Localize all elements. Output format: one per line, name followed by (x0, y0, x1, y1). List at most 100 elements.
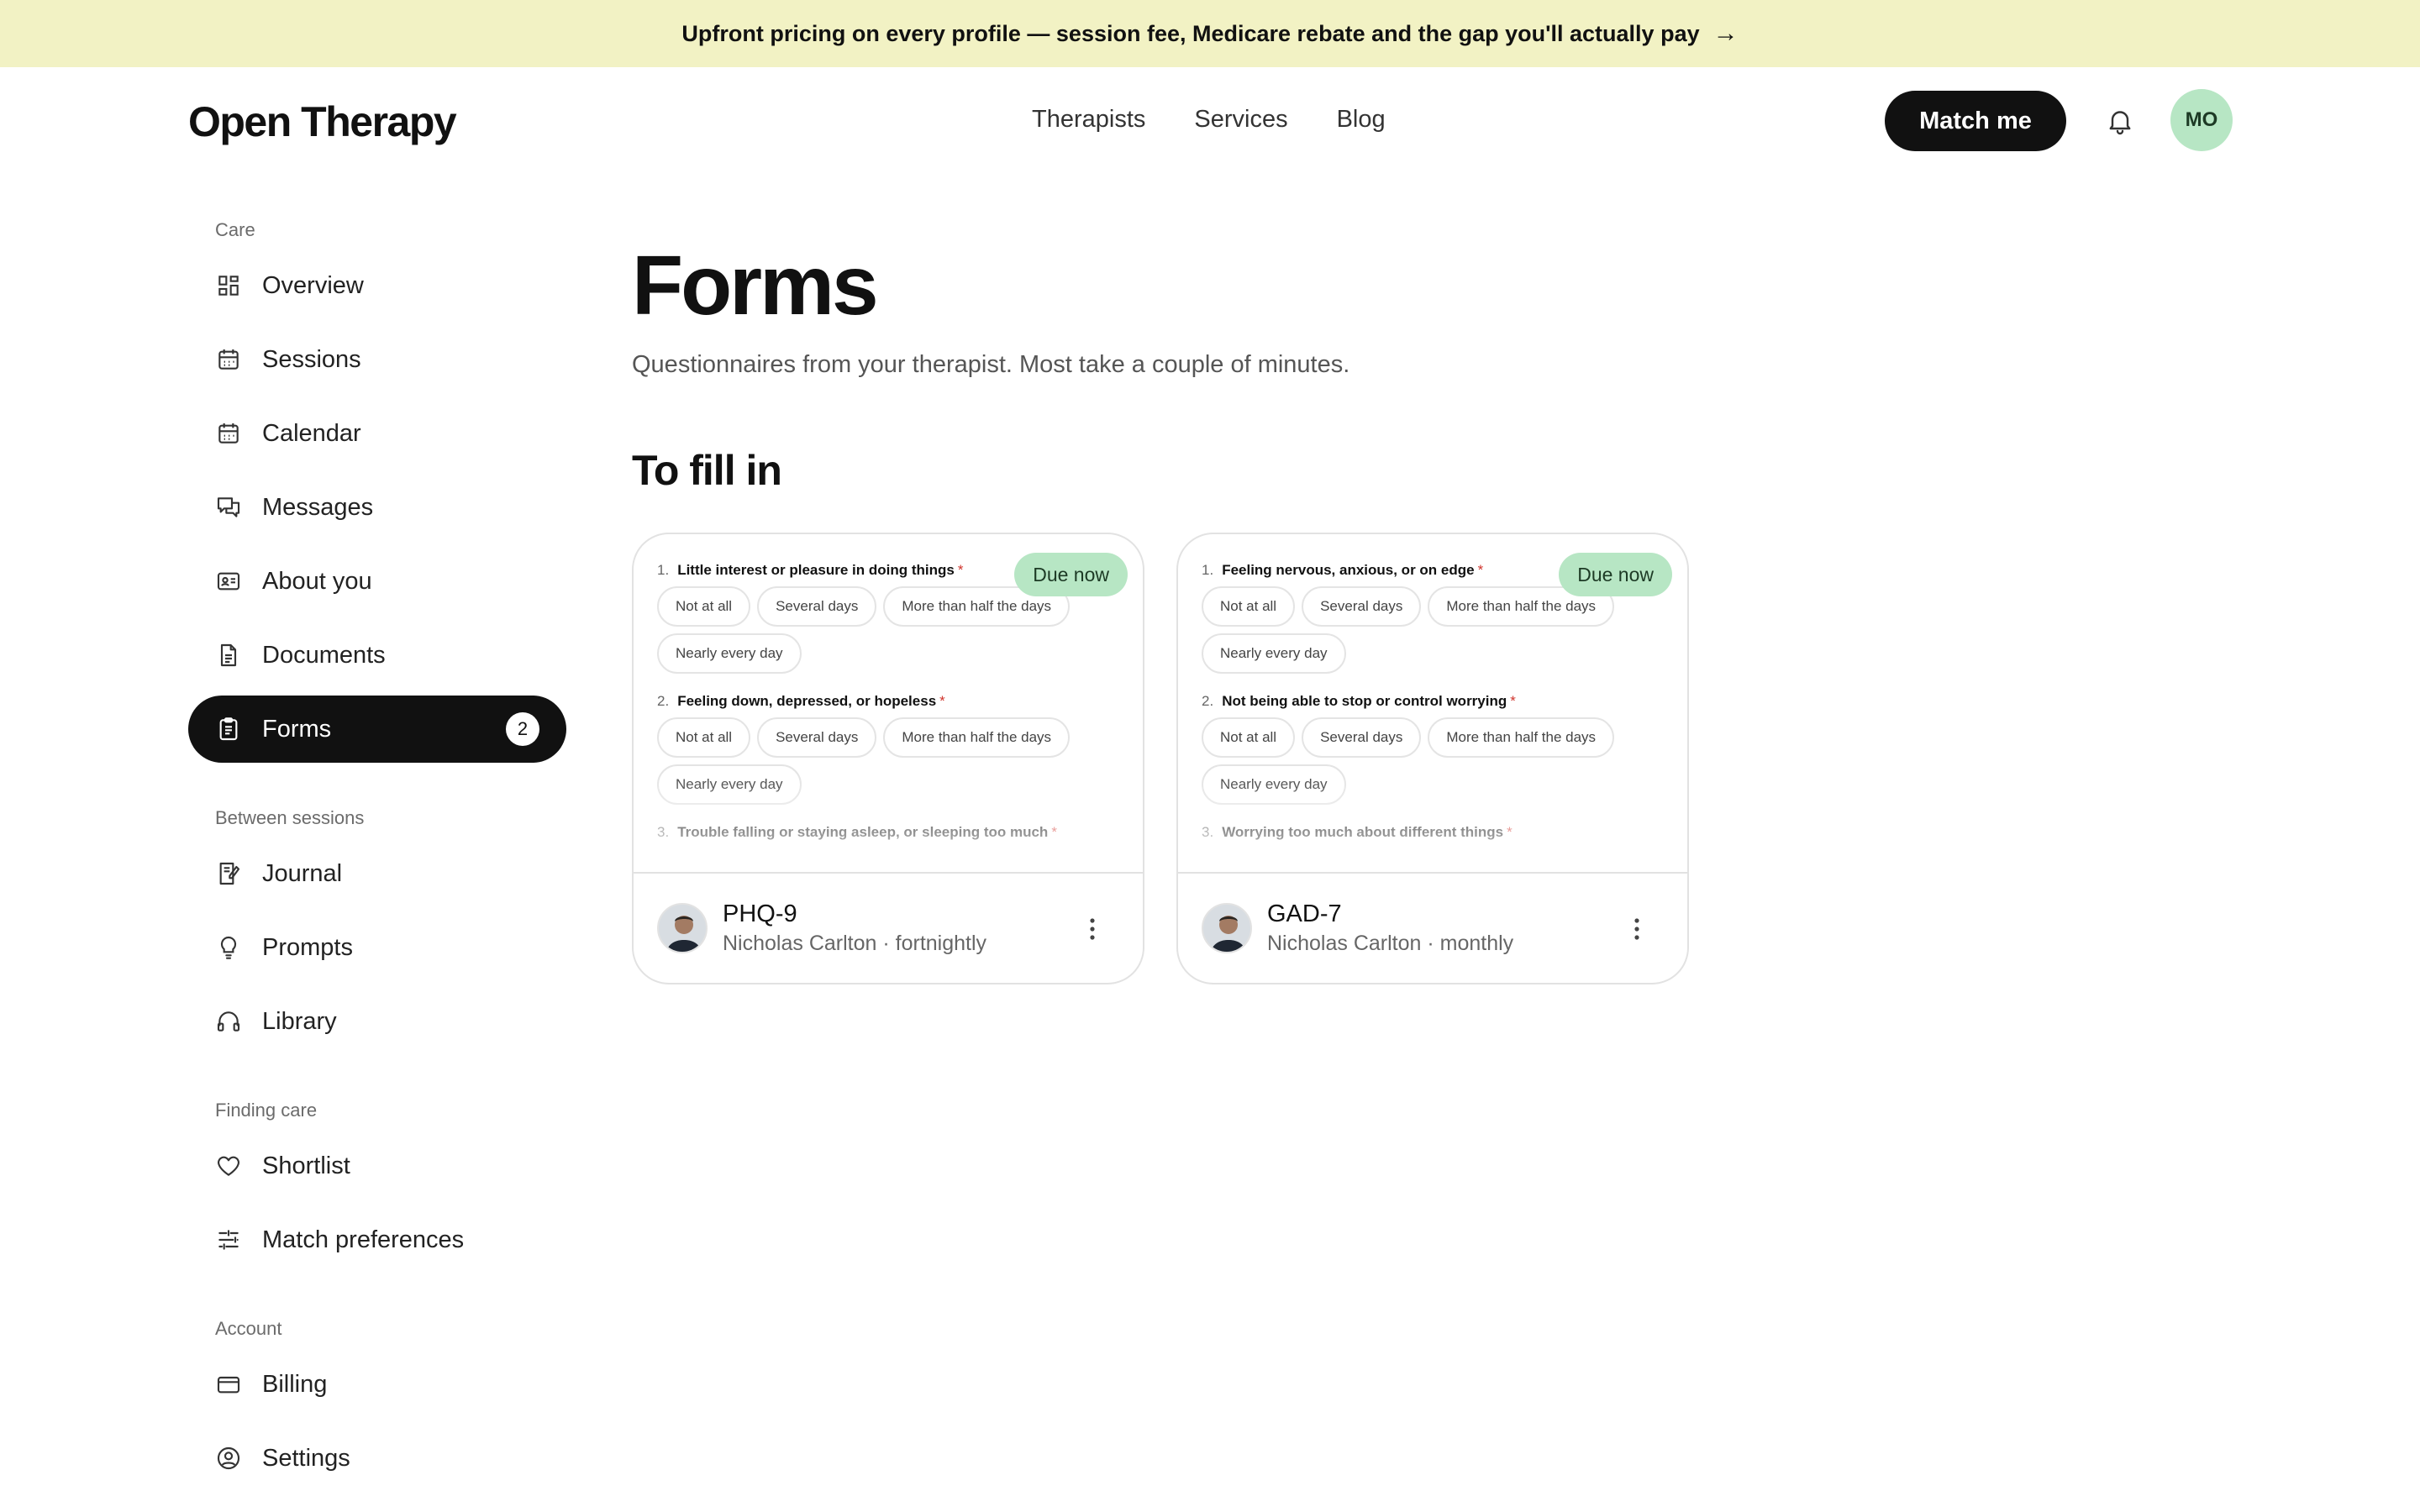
question-number: 1. (657, 562, 670, 578)
question-text: Not being able to stop or control worryi… (1222, 693, 1507, 709)
answer-option: Nearly every day (657, 764, 802, 805)
required-marker: * (1477, 562, 1484, 578)
main-content: Forms Questionnaires from your therapist… (632, 235, 1689, 984)
sidebar-item-calendar[interactable]: Calendar (188, 400, 566, 467)
question: 3. Trouble falling or staying asleep, or … (657, 820, 1119, 845)
answer-option: Not at all (657, 586, 751, 627)
sidebar-item-messages[interactable]: Messages (188, 474, 566, 541)
question-text: Trouble falling or staying asleep, or sl… (677, 824, 1049, 840)
journal-icon (215, 860, 242, 887)
sidebar-item-shortlist[interactable]: Shortlist (188, 1132, 566, 1200)
form-name: PHQ-9 (723, 900, 797, 927)
answer-option: Several days (757, 717, 877, 758)
question: 2. Not being able to stop or control worr… (1202, 689, 1664, 805)
sidebar-item-label: Shortlist (262, 1152, 350, 1179)
sidebar: Care Overview Sessions Calendar Messages… (188, 215, 566, 1492)
sidebar-item-match-preferences[interactable]: Match preferences (188, 1206, 566, 1273)
card-footer: PHQ-9 Nicholas Carlton · fortnightly (634, 872, 1143, 983)
form-card-phq9[interactable]: 1. Little interest or pleasure in doing t… (632, 533, 1144, 984)
sliders-icon (215, 1226, 242, 1253)
answer-option: Several days (757, 586, 877, 627)
form-card-gad7[interactable]: 1. Feeling nervous, anxious, or on edge * … (1176, 533, 1689, 984)
page-subtitle: Questionnaires from your therapist. Most… (632, 351, 1350, 378)
therapist-name: Nicholas Carlton (723, 932, 877, 955)
more-options-icon[interactable] (1634, 916, 1640, 942)
sidebar-item-label: Documents (262, 641, 386, 669)
sidebar-section-between-sessions: Between sessions (215, 807, 365, 828)
therapist-avatar (657, 903, 708, 953)
sidebar-item-settings[interactable]: Settings (188, 1425, 566, 1492)
answer-option: More than half the days (1428, 717, 1615, 758)
sidebar-item-prompts[interactable]: Prompts (188, 914, 566, 981)
answer-option: Nearly every day (1202, 764, 1346, 805)
calendar-icon (215, 420, 242, 447)
chat-icon (215, 494, 242, 521)
sidebar-item-label: Calendar (262, 419, 361, 447)
sidebar-item-overview[interactable]: Overview (188, 252, 566, 319)
sidebar-item-label: Forms (262, 715, 332, 743)
credit-card-icon (215, 1371, 242, 1398)
nav-link-services[interactable]: Services (1194, 106, 1287, 134)
section-title-to-fill-in: To fill in (632, 447, 782, 494)
sidebar-item-forms[interactable]: Forms 2 (188, 696, 566, 763)
top-nav: Therapists Services Blog (1032, 106, 1386, 134)
document-icon (215, 642, 242, 669)
site-header: Open Therapy Therapists Services Blog Ma… (0, 67, 2420, 175)
sidebar-item-library[interactable]: Library (188, 988, 566, 1055)
question: 2. Feeling down, depressed, or hopeless * … (657, 689, 1119, 805)
required-marker: * (939, 693, 945, 709)
bell-icon[interactable] (2105, 106, 2135, 136)
sidebar-item-documents[interactable]: Documents (188, 622, 566, 689)
question-text: Feeling down, depressed, or hopeless (677, 693, 937, 709)
answer-option: Not at all (657, 717, 751, 758)
sidebar-item-label: Messages (262, 493, 374, 521)
grid-icon (215, 272, 242, 299)
sidebar-item-label: Journal (262, 859, 343, 887)
answer-option: More than half the days (883, 717, 1071, 758)
answer-option: Not at all (1202, 717, 1296, 758)
sidebar-section-care: Care (215, 219, 255, 240)
therapist-name: Nicholas Carlton (1267, 932, 1422, 955)
question-number: 2. (1202, 693, 1214, 709)
sidebar-item-label: Library (262, 1007, 337, 1035)
sidebar-item-label: Settings (262, 1444, 350, 1472)
user-avatar[interactable]: MO (2170, 89, 2233, 151)
answer-option: Nearly every day (657, 633, 802, 674)
required-marker: * (957, 562, 964, 578)
sidebar-item-label: Prompts (262, 933, 353, 961)
question-number: 2. (657, 693, 670, 709)
form-frequency: fortnightly (895, 932, 987, 955)
sidebar-item-label: Overview (262, 271, 364, 299)
due-now-badge: Due now (1559, 553, 1672, 596)
promo-banner-text: Upfront pricing on every profile — sessi… (681, 20, 1700, 46)
headphones-icon (215, 1008, 242, 1035)
sidebar-item-journal[interactable]: Journal (188, 840, 566, 907)
sidebar-item-billing[interactable]: Billing (188, 1351, 566, 1418)
lightbulb-icon (215, 934, 242, 961)
form-frequency: monthly (1439, 932, 1514, 955)
arrow-right-icon: → (1712, 19, 1739, 47)
promo-banner[interactable]: Upfront pricing on every profile — sessi… (0, 0, 2420, 67)
due-now-badge: Due now (1014, 553, 1128, 596)
match-me-button[interactable]: Match me (1885, 91, 2066, 151)
logo[interactable]: Open Therapy (188, 97, 457, 146)
sidebar-item-label: Billing (262, 1370, 328, 1398)
user-circle-icon (215, 1445, 242, 1472)
question-number: 1. (1202, 562, 1214, 578)
page-title: Forms (632, 239, 879, 333)
question-number: 3. (657, 824, 670, 840)
answer-option: Several days (1302, 717, 1422, 758)
more-options-icon[interactable] (1089, 916, 1096, 942)
nav-link-therapists[interactable]: Therapists (1032, 106, 1145, 134)
sidebar-item-about-you[interactable]: About you (188, 548, 566, 615)
question: 3. Worrying too much about different thin… (1202, 820, 1664, 845)
sidebar-item-label: About you (262, 567, 372, 595)
required-marker: * (1051, 824, 1057, 840)
sidebar-section-finding-care: Finding care (215, 1100, 318, 1121)
sidebar-section-account: Account (215, 1318, 282, 1339)
form-cards: 1. Little interest or pleasure in doing t… (632, 533, 1689, 984)
answer-option: Not at all (1202, 586, 1296, 627)
sidebar-item-sessions[interactable]: Sessions (188, 326, 566, 393)
nav-link-blog[interactable]: Blog (1337, 106, 1386, 134)
question-number: 3. (1202, 824, 1214, 840)
